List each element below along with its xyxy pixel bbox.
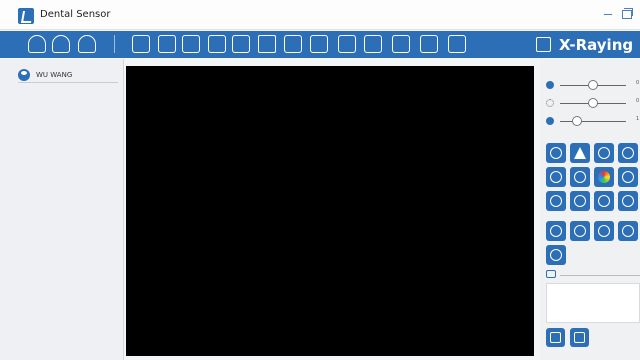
import-image-icon[interactable]: [158, 35, 176, 53]
app-title: Dental Sensor: [40, 9, 111, 20]
brightness-slider[interactable]: 0: [546, 97, 640, 109]
add-patient-icon[interactable]: [52, 35, 70, 53]
comment-input[interactable]: [546, 283, 640, 323]
capture-icon[interactable]: [132, 35, 150, 53]
edit-patient-icon[interactable]: [78, 35, 96, 53]
settings-icon[interactable]: [420, 35, 438, 53]
gamma-track: [560, 121, 626, 122]
tooth-outline-icon[interactable]: [618, 167, 638, 187]
toolbar-divider: [114, 35, 115, 53]
zoom-in-icon[interactable]: [594, 143, 614, 163]
patient-group-icon[interactable]: [28, 35, 46, 53]
export-image-icon[interactable]: [182, 35, 200, 53]
contrast-value: 0: [636, 80, 640, 86]
save-comment-button[interactable]: [546, 328, 565, 347]
brand-logo-icon: [536, 37, 551, 52]
patient-panel: WU WANG: [0, 59, 124, 360]
help-icon[interactable]: [448, 35, 466, 53]
gamma-value: 1: [636, 116, 640, 122]
colorize-icon[interactable]: [594, 167, 614, 187]
tooth-scan-icon[interactable]: [618, 191, 638, 211]
contrast-thumb[interactable]: [588, 80, 598, 90]
ruler-icon[interactable]: [546, 191, 566, 211]
brand: X-Raying: [536, 31, 633, 58]
tool-panel: 0 0 1: [540, 59, 640, 360]
tooth-front-icon[interactable]: [594, 221, 614, 241]
edit-comment-button[interactable]: [570, 328, 589, 347]
share-icon[interactable]: [392, 35, 410, 53]
main-toolbar: X-Raying: [0, 31, 640, 58]
measure-angle-icon[interactable]: [546, 167, 566, 187]
print-icon[interactable]: [258, 35, 276, 53]
sharpen-icon[interactable]: [570, 143, 590, 163]
tooth-back-icon[interactable]: [618, 221, 638, 241]
gamma-slider[interactable]: 1: [546, 115, 640, 127]
comment-divider: [560, 275, 640, 276]
brightness-value: 0: [636, 98, 640, 104]
implant-icon[interactable]: [546, 245, 566, 265]
tooth-upper-icon[interactable]: [546, 221, 566, 241]
pen-icon[interactable]: [594, 191, 614, 211]
brand-name: X-Raying: [559, 35, 634, 54]
undo-icon[interactable]: [364, 35, 382, 53]
tooth-mark-icon[interactable]: [570, 167, 590, 187]
app-logo-icon: [18, 8, 34, 24]
tooth-chart-icon[interactable]: [338, 35, 356, 53]
tooth-icon[interactable]: [618, 143, 638, 163]
title-bar: Dental Sensor: [0, 0, 640, 30]
rotate-icon[interactable]: [546, 143, 566, 163]
restore-button[interactable]: [620, 7, 634, 21]
shape-icon[interactable]: [570, 191, 590, 211]
comment-header: [546, 269, 640, 281]
gamma-icon: [546, 117, 554, 125]
contrast-slider[interactable]: 0: [546, 79, 640, 91]
patient-name: WU WANG: [36, 70, 73, 79]
copy-image-icon[interactable]: [208, 35, 226, 53]
brightness-thumb[interactable]: [588, 98, 598, 108]
patient-avatar-icon: [18, 68, 30, 81]
contrast-icon: [546, 81, 554, 89]
layout-grid-icon[interactable]: [310, 35, 328, 53]
fullscreen-icon[interactable]: [284, 35, 302, 53]
delete-image-icon[interactable]: [232, 35, 250, 53]
minimize-button[interactable]: [602, 7, 616, 21]
patient-item[interactable]: WU WANG: [18, 67, 118, 83]
brightness-icon: [546, 99, 554, 107]
gamma-thumb[interactable]: [571, 116, 582, 126]
comment-icon: [546, 270, 556, 278]
image-viewer[interactable]: [126, 66, 534, 356]
tooth-lower-icon[interactable]: [570, 221, 590, 241]
